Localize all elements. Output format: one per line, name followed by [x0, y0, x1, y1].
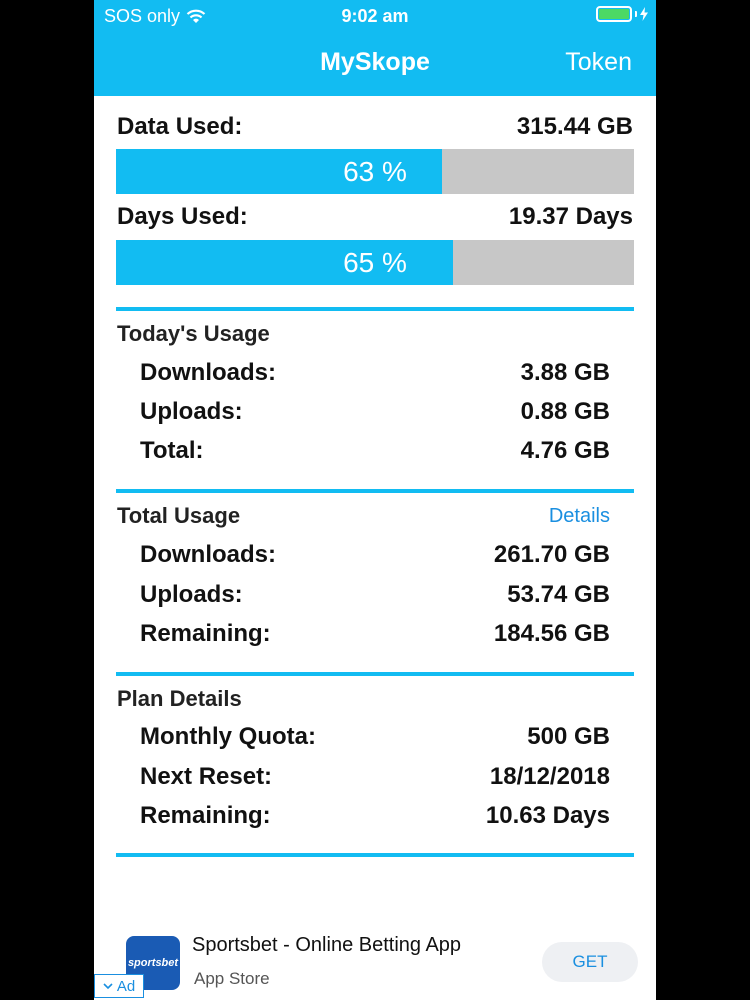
status-bar: SOS only 9:02 am — [94, 0, 656, 32]
plan-quota-row: Monthly Quota: 500 GB — [140, 723, 610, 751]
total-remaining-label: Remaining: — [140, 620, 271, 647]
plan-reset-value: 18/12/2018 — [489, 763, 610, 790]
ad-get-button[interactable]: GET — [542, 942, 638, 982]
section-divider — [116, 672, 634, 676]
plan-remaining-row: Remaining: 10.63 Days — [140, 802, 610, 830]
ad-app-icon-text: sportsbet — [127, 957, 179, 969]
chevron-down-icon — [103, 982, 113, 989]
total-downloads-label: Downloads: — [140, 541, 276, 568]
data-used-row: Data Used: 315.44 GB — [117, 113, 633, 141]
today-downloads-label: Downloads: — [140, 359, 276, 386]
today-uploads-row: Uploads: 0.88 GB — [140, 398, 610, 426]
ad-badge[interactable]: Ad — [94, 974, 144, 998]
days-used-value: 19.37 Days — [508, 203, 633, 230]
total-remaining-value: 184.56 GB — [493, 620, 610, 647]
data-used-label: Data Used: — [117, 113, 243, 140]
today-total-row: Total: 4.76 GB — [140, 437, 610, 465]
today-total-label: Total: — [140, 437, 204, 464]
todays-usage-title: Today's Usage — [117, 321, 270, 346]
total-downloads-row: Downloads: 261.70 GB — [140, 541, 610, 569]
ad-subtitle: App Store — [194, 969, 270, 988]
ad-title[interactable]: Sportsbet - Online Betting App — [192, 934, 461, 957]
section-divider — [116, 853, 634, 857]
today-uploads-label: Uploads: — [140, 398, 243, 425]
plan-reset-label: Next Reset: — [140, 763, 273, 790]
data-used-percent: 63 % — [343, 155, 407, 187]
total-remaining-row: Remaining: 184.56 GB — [140, 620, 610, 648]
days-used-percent: 65 % — [343, 246, 407, 278]
token-button[interactable]: Token — [565, 48, 632, 77]
plan-reset-row: Next Reset: 18/12/2018 — [140, 763, 610, 791]
total-usage-title: Total Usage — [117, 503, 241, 528]
plan-quota-label: Monthly Quota: — [140, 723, 316, 750]
plan-details-title: Plan Details — [117, 686, 242, 711]
app-screen: SOS only 9:02 am MySkope Token Data Used… — [94, 0, 656, 1000]
section-divider — [116, 489, 634, 493]
days-used-row: Days Used: 19.37 Days — [117, 203, 633, 231]
status-time: 9:02 am — [341, 6, 409, 26]
details-link[interactable]: Details — [549, 505, 610, 528]
battery-nub — [635, 11, 637, 17]
section-divider — [116, 307, 634, 311]
total-downloads-value: 261.70 GB — [493, 541, 610, 568]
total-uploads-row: Uploads: 53.74 GB — [140, 581, 610, 609]
today-downloads-value: 3.88 GB — [520, 359, 610, 386]
battery-indicator — [596, 6, 648, 22]
data-used-value: 315.44 GB — [516, 113, 633, 140]
today-total-value: 4.76 GB — [520, 437, 610, 464]
plan-quota-value: 500 GB — [527, 723, 610, 750]
charging-bolt-icon — [640, 7, 648, 21]
ad-badge-label: Ad — [116, 977, 136, 995]
battery-icon — [596, 6, 632, 22]
days-used-progress-bar: 65 % — [116, 240, 634, 285]
today-downloads-row: Downloads: 3.88 GB — [140, 359, 610, 387]
today-uploads-value: 0.88 GB — [520, 398, 610, 425]
total-uploads-value: 53.74 GB — [507, 581, 610, 608]
plan-remaining-label: Remaining: — [140, 802, 271, 829]
plan-remaining-value: 10.63 Days — [485, 802, 610, 829]
days-used-label: Days Used: — [117, 203, 248, 230]
data-used-progress-bar: 63 % — [116, 149, 634, 194]
header: SOS only 9:02 am MySkope Token — [94, 0, 656, 96]
total-uploads-label: Uploads: — [140, 581, 243, 608]
